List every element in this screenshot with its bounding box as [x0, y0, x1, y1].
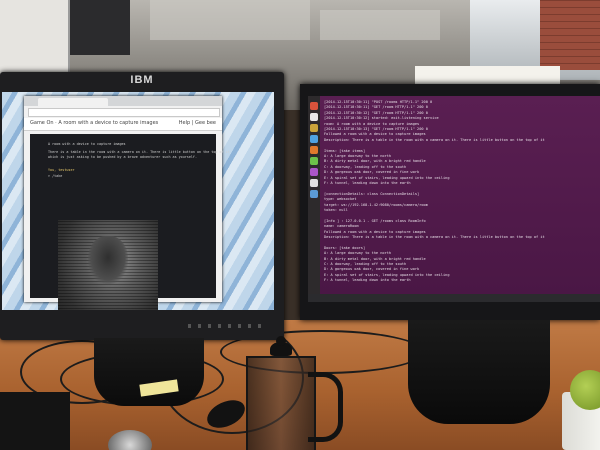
launcher-app-icon[interactable] [310, 190, 318, 198]
right-monitor-stand [408, 320, 550, 424]
launcher-app-icon[interactable] [310, 146, 318, 154]
terminal-line: target: ws://192.168.1.42:9080/rooms/cam… [324, 202, 428, 207]
person-silhouette [88, 236, 128, 284]
ceiling-panel [320, 10, 440, 40]
terminal-line: [2014-12-15T10:30:12] started: exit-list… [324, 116, 439, 121]
left-monitor-stand [94, 338, 204, 406]
monitor-brand-label: IBM [130, 74, 154, 86]
ceiling-panel [150, 0, 310, 40]
help-link[interactable]: Help | Gee bee [179, 120, 216, 126]
right-monitor-screen: [2014-12-15T10:30:11] "POST /rooms HTTP/… [308, 96, 600, 294]
user-line: You, testuser [48, 168, 75, 172]
terminal-line: D: A gorgeous oak door, covered in fine … [324, 170, 420, 175]
game-output-panel: A room with a device to capture images T… [30, 134, 230, 310]
french-press-handle [308, 372, 343, 442]
terminal-line: Description: There is a table in the roo… [324, 235, 545, 239]
taskbar [308, 294, 600, 302]
dark-cabinet [70, 0, 130, 55]
launcher-app-icon[interactable] [310, 135, 318, 143]
terminal-line: name: cameraRoom [324, 224, 359, 229]
terminal-line: Followed a room with a device to capture… [324, 132, 426, 137]
brick-wall [540, 0, 600, 70]
terminal-line: [2014-12-15T10:30:12] "GET /room HTTP/1.… [324, 110, 428, 115]
terminal-line: [2014-12-15T10:30:11] "GET /room HTTP/1.… [324, 105, 428, 110]
french-press-knob [276, 336, 286, 346]
launcher-app-icon[interactable] [310, 179, 318, 187]
terminal-line: D: A gorgeous oak door, covered in fine … [324, 267, 420, 272]
room-description: There is a table in the room with a came… [48, 150, 230, 154]
french-press [246, 356, 316, 450]
terminal-line: B: A dirty metal door, with a bright red… [324, 256, 426, 261]
terminal-line: [2014-12-15T10:30:13] "GET /room HTTP/1.… [324, 127, 428, 131]
terminal-line: Doors: [take doors] [324, 245, 366, 250]
browser-tab[interactable] [38, 98, 108, 106]
terminal-line: E: A spiral set of stairs, leading upwar… [324, 272, 450, 277]
terminal-line: type: websocket [324, 197, 357, 202]
monitor-buttons [188, 324, 268, 328]
terminal-line: F: A tunnel, leading down into the earth [324, 181, 411, 185]
launcher-app-icon[interactable] [310, 124, 318, 132]
terminal-line: [connectionDetails: class ConnectionDeta… [324, 191, 420, 196]
launcher-app-icon[interactable] [310, 157, 318, 165]
black-device [0, 392, 70, 450]
terminal-line: token: null [324, 208, 348, 212]
office-desk-photo: IBM Game On · A room with a device to ca… [0, 0, 600, 450]
launcher-app-icon[interactable] [310, 102, 318, 110]
terminal-line: F: A tunnel, leading down into the earth [324, 278, 411, 283]
left-monitor-screen: Game On · A room with a device to captur… [2, 92, 274, 310]
launcher-app-icon[interactable] [310, 113, 318, 121]
terminal-line: A: A large doorway to the north [324, 251, 392, 256]
ubuntu-launcher [308, 96, 320, 294]
room-heading: A room with a device to capture images [48, 142, 126, 146]
terminal-line: Followed a room with a device to capture… [324, 229, 426, 234]
terminal-line: [Info ] : 127.0.0.1 - GET /rooms class R… [324, 218, 426, 223]
terminal-line: Items: [take items] [324, 148, 366, 153]
room-description: which is just asking to be pushed by a b… [48, 155, 198, 159]
app-title: Game On · A room with a device to captur… [30, 120, 159, 126]
launcher-app-icon[interactable] [310, 168, 318, 176]
browser-window[interactable]: Game On · A room with a device to captur… [24, 96, 230, 310]
terminal-line: Description: There is a table in the roo… [324, 137, 545, 142]
terminal-line: B: A dirty metal door, with a bright red… [324, 159, 426, 164]
terminal-line: E: A spiral set of stairs, leading upwar… [324, 175, 450, 180]
command-prompt[interactable]: > /take [48, 174, 62, 178]
terminal-line: C: A doorway, leading off to the south [324, 164, 407, 169]
captured-camera-image [58, 220, 158, 310]
terminal-line: [2014-12-15T10:30:11] "POST /rooms HTTP/… [324, 100, 433, 104]
terminal-line: room: A room with a device to capture im… [324, 121, 420, 126]
terminal-line: C: A doorway, leading off to the south [324, 262, 407, 266]
terminal-line: A: A large doorway to the north [324, 154, 392, 158]
address-bar[interactable] [28, 108, 220, 117]
